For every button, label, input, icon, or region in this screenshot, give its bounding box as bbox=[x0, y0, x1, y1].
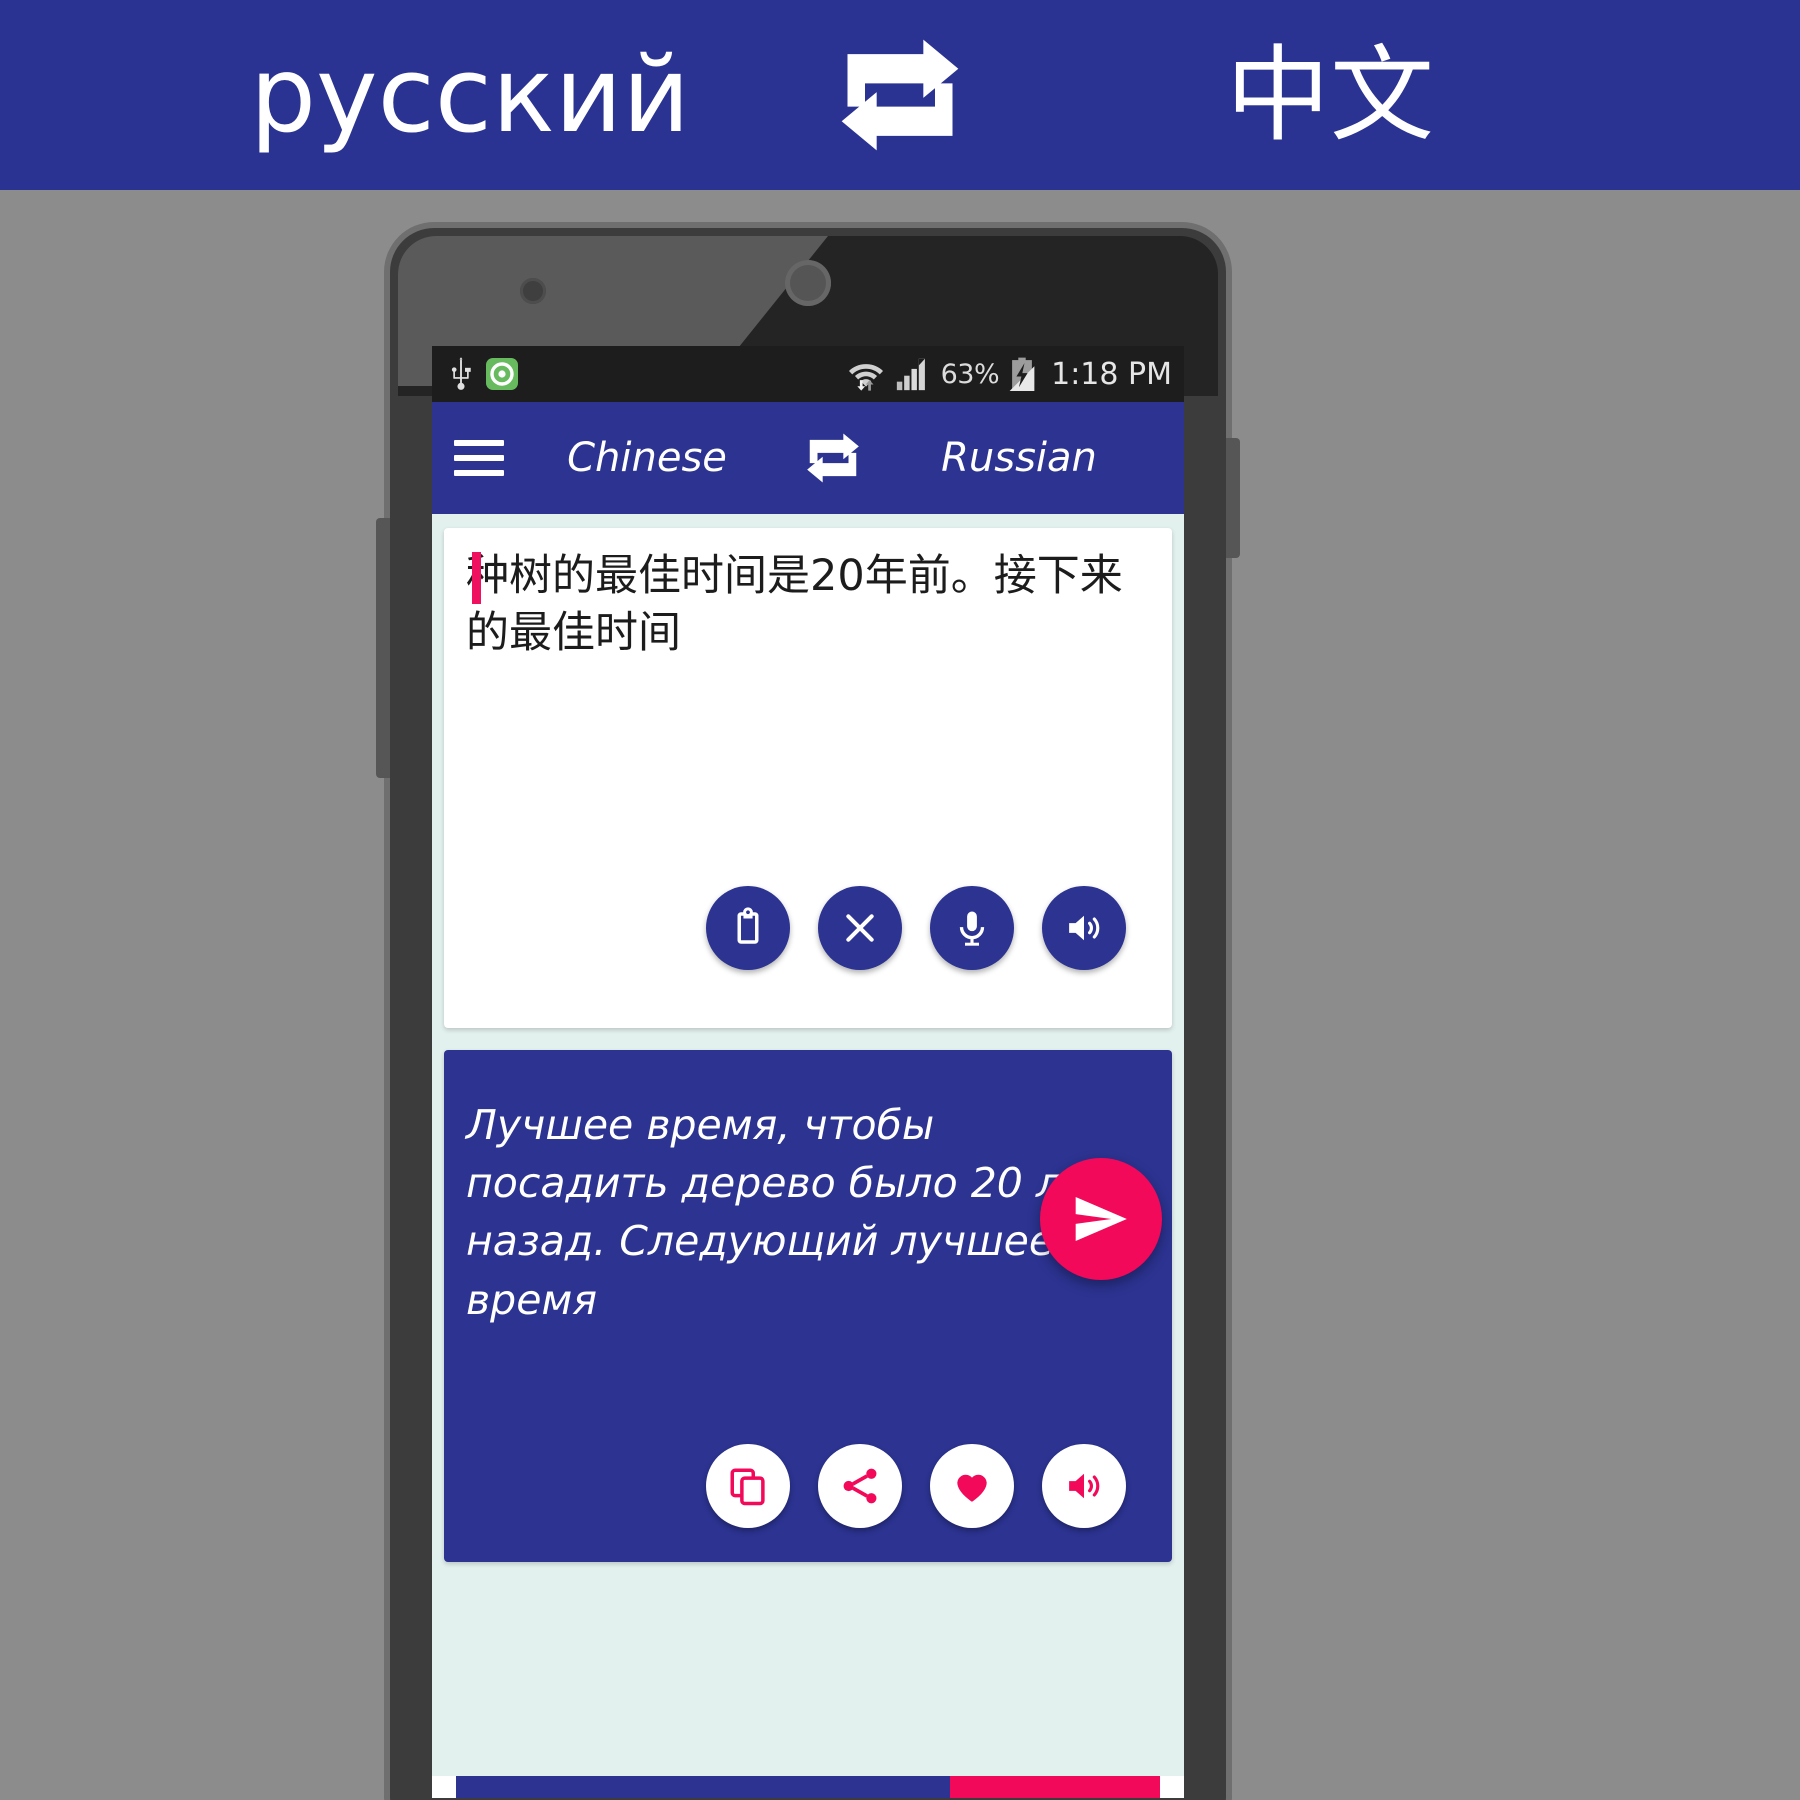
phone-screen: 63% 1:18 PM Chinese Russian 种树的最佳时间是20年前… bbox=[432, 346, 1184, 1798]
speak-source-button[interactable] bbox=[1042, 886, 1126, 970]
target-action-row bbox=[444, 1444, 1172, 1528]
promo-banner: русский 中文 bbox=[0, 0, 1800, 190]
status-bar: 63% 1:18 PM bbox=[432, 346, 1184, 402]
toolbar-source-language[interactable]: Chinese bbox=[504, 435, 790, 481]
copy-button[interactable] bbox=[706, 1444, 790, 1528]
wifi-data-icon bbox=[847, 357, 885, 391]
share-button[interactable] bbox=[818, 1444, 902, 1528]
source-text-input[interactable]: 种树的最佳时间是20年前。接下来的最佳时间 bbox=[466, 548, 1150, 662]
voice-input-button[interactable] bbox=[930, 886, 1014, 970]
paste-button[interactable] bbox=[706, 886, 790, 970]
speak-target-button[interactable] bbox=[1042, 1444, 1126, 1528]
banner-swap-icon bbox=[750, 35, 1050, 155]
banner-source-language: русский bbox=[250, 34, 690, 156]
power-button[interactable] bbox=[376, 518, 390, 778]
source-text-value: 种树的最佳时间是20年前。接下来的最佳时间 bbox=[466, 551, 1123, 658]
app-toolbar: Chinese Russian bbox=[432, 402, 1184, 514]
target-text-card[interactable]: Лучшее время, чтобы посадить дерево было… bbox=[444, 1050, 1172, 1562]
battery-percent-label: 63% bbox=[940, 358, 1000, 390]
screen-bottom-edge bbox=[432, 1776, 1184, 1798]
translation-content: 种树的最佳时间是20年前。接下来的最佳时间 Лучшее время, чтоб… bbox=[432, 514, 1184, 1562]
source-text-card[interactable]: 种树的最佳时间是20年前。接下来的最佳时间 bbox=[444, 528, 1172, 1028]
banner-target-language: 中文 bbox=[1225, 34, 1434, 156]
text-caret bbox=[472, 552, 481, 604]
status-bar-clock: 1:18 PM bbox=[1051, 356, 1172, 392]
phone-mockup: 63% 1:18 PM Chinese Russian 种树的最佳时间是20年前… bbox=[376, 228, 1240, 1800]
usb-icon bbox=[448, 357, 474, 391]
source-action-row bbox=[444, 886, 1172, 970]
translate-send-button[interactable] bbox=[1040, 1158, 1162, 1280]
send-paper-plane-icon bbox=[1075, 1197, 1127, 1241]
favorite-button[interactable] bbox=[930, 1444, 1014, 1528]
green-app-icon bbox=[486, 358, 518, 390]
swap-languages-icon[interactable] bbox=[790, 430, 876, 486]
screenshot-root: русский 中文 63% 1:18 PM Chinese Russian 种… bbox=[0, 0, 1800, 1800]
volume-button[interactable] bbox=[1226, 438, 1240, 558]
front-camera-icon bbox=[520, 278, 546, 304]
hamburger-menu-icon[interactable] bbox=[454, 440, 504, 476]
cellular-signal-icon bbox=[895, 357, 931, 391]
clear-button[interactable] bbox=[818, 886, 902, 970]
battery-charging-icon bbox=[1009, 357, 1035, 391]
toolbar-target-language[interactable]: Russian bbox=[876, 435, 1162, 481]
earpiece-sensor bbox=[785, 260, 831, 306]
